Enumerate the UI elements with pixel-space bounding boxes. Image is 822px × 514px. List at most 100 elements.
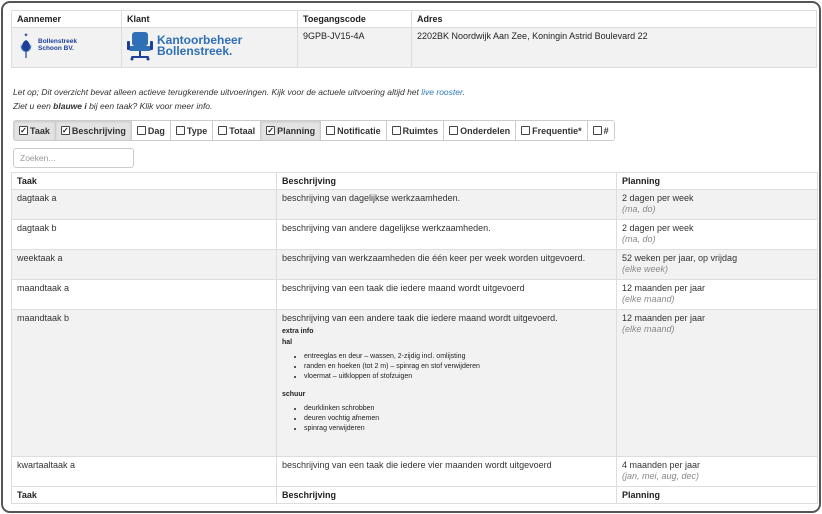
planning-text: 2 dagen per week <box>622 193 694 203</box>
notice-line2: Ziet u een <box>13 101 54 111</box>
toggle-number[interactable]: # <box>587 121 614 140</box>
task-description: beschrijving van werkzaamheden die één k… <box>276 249 617 280</box>
list-item: vloermat – uitkloppen of stofzuigen <box>304 372 611 382</box>
toggle-label: Type <box>186 125 208 136</box>
task-description: beschrijving van een taak die iedere maa… <box>276 279 617 310</box>
toggle-label: Totaal <box>229 125 256 136</box>
header-client: Klant <box>121 10 298 28</box>
extra-info-title: extra info <box>282 328 314 335</box>
column-header-beschrijving[interactable]: Beschrijving <box>276 172 617 190</box>
task-planning: 52 weken per jaar, op vrijdag (elke week) <box>616 249 818 280</box>
table-row: kwartaaltaak a beschrijving van een taak… <box>11 456 818 487</box>
planning-days: (ma, do) <box>622 204 656 214</box>
live-rooster-link[interactable]: live rooster <box>421 87 462 97</box>
table-footer-row: Taak Beschrijving Planning <box>11 486 818 504</box>
client-cell: Kantoorbeheer Bollenstreek. <box>121 27 298 68</box>
checkbox-checked-icon: ✓ <box>266 126 276 135</box>
address-value: 2202BK Noordwijk Aan Zee, Koningin Astri… <box>411 27 817 68</box>
contractor-cell: ✦ Bollenstreek Schoon BV. <box>11 27 122 68</box>
extra-section-heading: hal <box>282 339 293 346</box>
task-planning: 2 dagen per week (ma, do) <box>616 219 818 250</box>
task-name: maandtaak b <box>11 309 277 457</box>
checkbox-icon <box>449 126 459 135</box>
table-row: maandtaak b beschrijving van een andere … <box>11 309 818 457</box>
table-row: dagtaak a beschrijving van dagelijkse we… <box>11 189 818 220</box>
header-access-code: Toegangscode <box>297 10 412 28</box>
planning-text: 52 weken per jaar, op vrijdag <box>622 253 738 263</box>
toggle-label: Onderdelen <box>460 125 511 136</box>
task-description-cell: beschrijving van een andere taak die ied… <box>276 309 617 457</box>
list-item: spinrag verwijderen <box>304 424 611 434</box>
task-description: beschrijving van dagelijkse werkzaamhede… <box>276 189 617 220</box>
notice-line1-end: . <box>462 87 465 97</box>
notice-blue-i: blauwe i <box>53 101 87 111</box>
toggle-onderdelen[interactable]: Onderdelen <box>444 121 517 140</box>
list-item: entreeglas en deur – wassen, 2-zijdig in… <box>304 352 611 362</box>
planning-days: (elke week) <box>622 264 669 274</box>
toggle-label: Planning <box>277 125 316 136</box>
extra-section-list: entreeglas en deur – wassen, 2-zijdig in… <box>304 352 611 382</box>
planning-days: (jan, mei, aug, dec) <box>622 471 700 481</box>
footer-header-beschrijving: Beschrijving <box>276 486 617 504</box>
task-planning: 2 dagen per week (ma, do) <box>616 189 818 220</box>
planning-days: (elke maand) <box>622 324 675 334</box>
task-name: kwartaaltaak a <box>11 456 277 487</box>
column-toggles: ✓ Taak ✓ Beschrijving Dag Type Totaal ✓ Pla… <box>13 120 615 141</box>
toggle-label: # <box>603 125 609 136</box>
task-name: weektaak a <box>11 249 277 280</box>
toggle-taak[interactable]: ✓ Taak <box>14 121 56 140</box>
toggle-dag[interactable]: Dag <box>131 121 171 140</box>
client-logo: Kantoorbeheer Bollenstreek. <box>127 31 292 61</box>
list-item: deurklinken schrobben <box>304 404 611 414</box>
toggle-frequentie[interactable]: Frequentie* <box>516 121 588 140</box>
checkbox-icon <box>218 126 228 135</box>
header-contractor: Aannemer <box>11 10 122 28</box>
footer-header-taak: Taak <box>11 486 277 504</box>
toggle-label: Beschrijving <box>71 125 126 136</box>
toggle-type[interactable]: Type <box>170 121 214 140</box>
checkbox-icon <box>391 126 401 135</box>
toggle-beschrijving[interactable]: ✓ Beschrijving <box>55 121 132 140</box>
search-input[interactable] <box>13 148 134 168</box>
table-row: maandtaak a beschrijving van een taak di… <box>11 279 818 310</box>
extra-info: extra info hal entreeglas en deur – wass… <box>282 326 611 434</box>
notice-text: Let op; Dit overzicht bevat alleen actie… <box>13 85 465 113</box>
toggle-label: Notificatie <box>337 125 381 136</box>
checkbox-icon <box>521 126 531 135</box>
task-name: dagtaak a <box>11 189 277 220</box>
list-item: randen en hoeken (tot 2 m) – spinrag en … <box>304 362 611 372</box>
contractor-logo-line1: Bollenstreek <box>38 38 78 45</box>
svg-text:✦: ✦ <box>23 32 28 39</box>
checkbox-icon <box>592 126 602 135</box>
planning-days: (ma, do) <box>622 234 656 244</box>
extra-section-list: deurklinken schrobben deuren vochtig afn… <box>304 404 611 434</box>
info-table: Aannemer Klant Toegangscode Adres ✦ Boll… <box>11 10 817 68</box>
table-row: weektaak a beschrijving van werkzaamhede… <box>11 249 818 280</box>
column-header-taak[interactable]: Taak <box>11 172 277 190</box>
toggle-label: Taak <box>30 125 50 136</box>
office-chair-icon <box>127 32 153 61</box>
checkbox-icon <box>326 126 336 135</box>
toggle-label: Dag <box>147 125 165 136</box>
task-description: beschrijving van een andere taak die ied… <box>282 313 558 323</box>
tulip-logo-icon: ✦ <box>20 32 32 58</box>
toggle-totaal[interactable]: Totaal <box>213 121 262 140</box>
header-address: Adres <box>411 10 817 28</box>
table-header-row: Taak Beschrijving Planning <box>11 172 818 190</box>
contractor-logo: ✦ Bollenstreek Schoon BV. <box>17 31 116 59</box>
planning-text: 12 maanden per jaar <box>622 283 706 293</box>
contractor-logo-line2: Schoon BV. <box>38 45 74 52</box>
task-name: dagtaak b <box>11 219 277 250</box>
footer-header-planning: Planning <box>616 486 818 504</box>
column-header-planning[interactable]: Planning <box>616 172 818 190</box>
checkbox-checked-icon: ✓ <box>19 126 28 135</box>
checkbox-icon <box>136 126 146 135</box>
planning-text: 2 dagen per week <box>622 223 694 233</box>
toggle-ruimtes[interactable]: Ruimtes <box>386 121 445 140</box>
toggle-label: Frequentie* <box>532 125 582 136</box>
task-table: Taak Beschrijving Planning dagtaak a bes… <box>11 172 818 504</box>
toggle-notificatie[interactable]: Notificatie <box>321 121 387 140</box>
toggle-planning[interactable]: ✓ Planning <box>261 121 322 140</box>
list-item: deuren vochtig afnemen <box>304 414 611 424</box>
task-description: beschrijving van andere dagelijkse werkz… <box>276 219 617 250</box>
